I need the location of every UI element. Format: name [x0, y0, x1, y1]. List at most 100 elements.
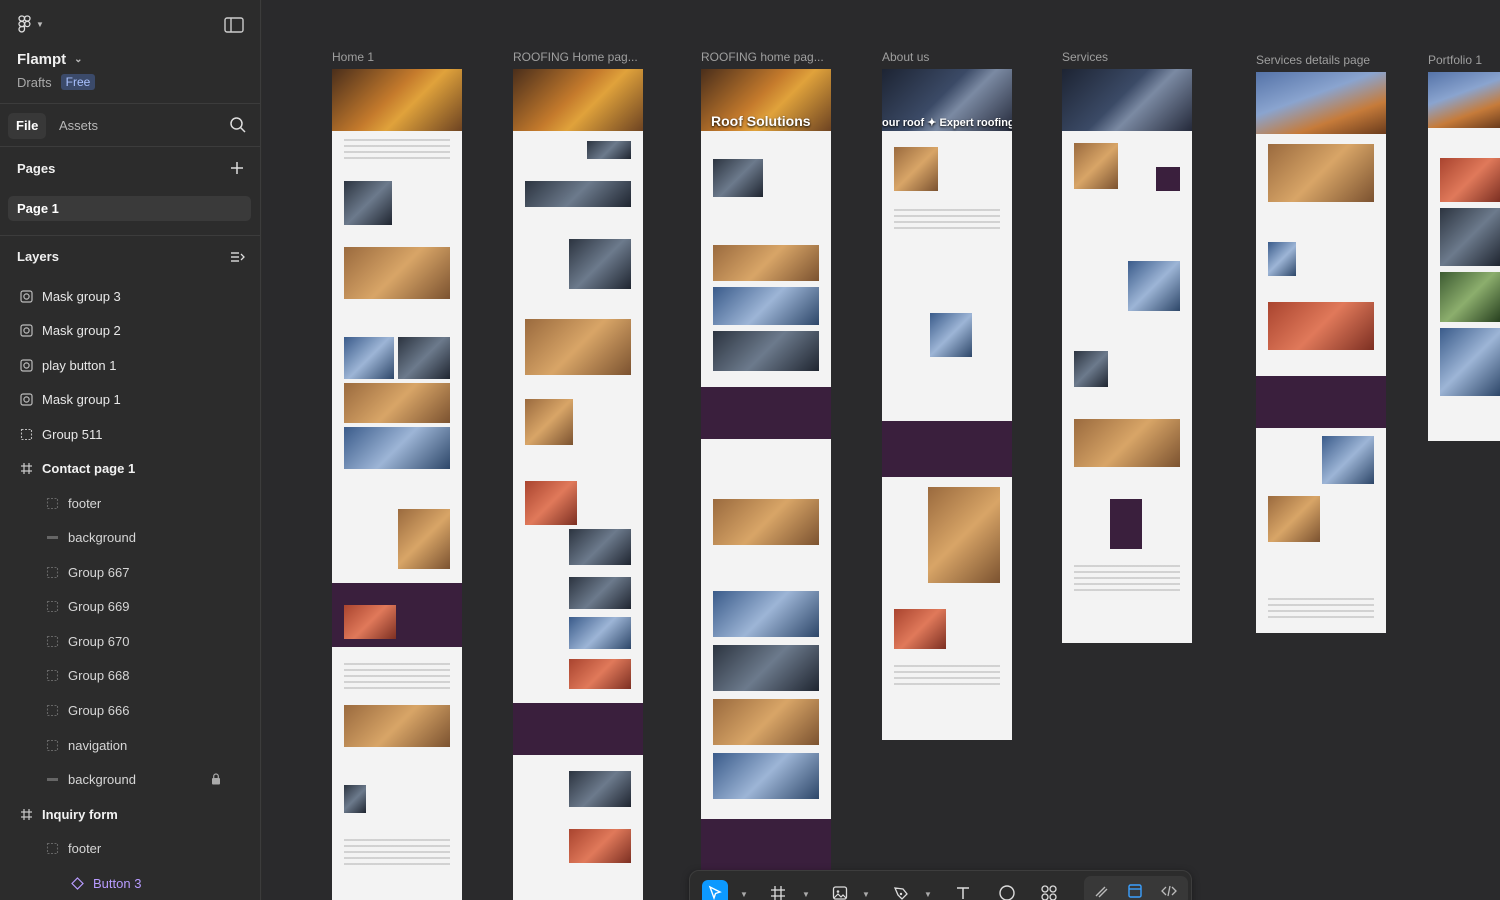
layer-label: background [68, 771, 136, 787]
tab-file[interactable]: File [8, 113, 47, 139]
purple-section [1256, 376, 1386, 428]
layer-group-667[interactable]: Group 667 [0, 555, 261, 589]
chevron-down-icon[interactable]: ▼ [924, 890, 932, 899]
sidebar-toggle-icon[interactable] [224, 16, 244, 34]
search-icon[interactable] [229, 116, 247, 134]
chevron-down-icon[interactable]: ▼ [862, 890, 870, 899]
frame-label-home-1[interactable]: Home 1 [332, 50, 374, 64]
main-menu-button[interactable]: ▼ [18, 15, 44, 33]
move-tool[interactable] [702, 880, 728, 900]
add-page-icon[interactable] [229, 160, 245, 176]
layer-background[interactable]: background [0, 520, 261, 554]
layer-label: Group 670 [68, 633, 130, 649]
text-tool[interactable] [950, 880, 976, 900]
image-block [713, 159, 763, 197]
rectangle-icon [45, 772, 59, 786]
layer-group-666[interactable]: Group 666 [0, 693, 261, 727]
pen-tool[interactable] [888, 880, 914, 900]
sidebar-header: ▼ Flampt ⌄ Drafts Free [0, 0, 260, 104]
image-block [569, 659, 631, 689]
image-block [569, 529, 631, 565]
frame-label-roofing-home-2[interactable]: ROOFING Home pag... [513, 50, 638, 64]
project-name[interactable]: Flampt ⌄ [17, 51, 83, 68]
image-block [344, 181, 392, 225]
hero-headline: Roof Solutions [711, 113, 811, 129]
frame-services[interactable] [1062, 69, 1192, 643]
frame-roofing-home-2[interactable] [513, 69, 643, 900]
collapse-layers-icon[interactable] [229, 249, 245, 265]
frame-label-roofing-home-3[interactable]: ROOFING home pag... [701, 50, 824, 64]
image-block [930, 313, 972, 357]
drafts-label[interactable]: Drafts [17, 75, 52, 90]
layer-label: footer [68, 840, 102, 856]
image-block [1440, 328, 1500, 396]
dev-mode-button[interactable] [1156, 878, 1182, 900]
frame-about-us[interactable]: our roof ✦ Expert roofing [882, 69, 1012, 740]
mask-icon [19, 392, 33, 406]
layer-label: play button 1 [42, 357, 117, 373]
design-mode-button[interactable] [1122, 878, 1148, 900]
purple-section [882, 421, 1012, 477]
image-tool[interactable] [827, 880, 853, 900]
layer-footer-2[interactable]: footer [0, 831, 261, 865]
group-icon [45, 565, 59, 579]
layer-background-locked[interactable]: background [0, 762, 261, 796]
layer-footer[interactable]: footer [0, 486, 261, 520]
frame-icon [19, 461, 33, 475]
layer-mask-group-2[interactable]: Mask group 2 [0, 313, 261, 347]
layer-contact-page-1[interactable]: Contact page 1 [0, 451, 261, 485]
group-icon [45, 703, 59, 717]
image-block [344, 785, 366, 813]
frame-icon [19, 807, 33, 821]
frame-tool[interactable] [765, 880, 791, 900]
frame-label-portfolio-1[interactable]: Portfolio 1 [1428, 53, 1482, 67]
frame-home-1[interactable] [332, 69, 462, 900]
hero-image [513, 69, 643, 131]
layer-mask-group-1[interactable]: Mask group 1 [0, 382, 261, 416]
frame-label-services[interactable]: Services [1062, 50, 1108, 64]
frame-label-about-us[interactable]: About us [882, 50, 929, 64]
layer-label: Group 511 [42, 426, 103, 442]
frame-label-services-details[interactable]: Services details page [1256, 53, 1370, 67]
chevron-down-icon[interactable]: ▼ [740, 890, 748, 899]
tab-assets[interactable]: Assets [51, 113, 106, 139]
image-block [344, 247, 450, 299]
page-item-page-1[interactable]: Page 1 [8, 196, 251, 221]
chevron-down-icon[interactable]: ▼ [802, 890, 810, 899]
layer-mask-group-3[interactable]: Mask group 3 [0, 279, 261, 313]
draw-mode-button[interactable] [1088, 878, 1114, 900]
image-block [1268, 242, 1296, 276]
image-block [344, 383, 450, 423]
image-block [525, 319, 631, 375]
image-block [1268, 144, 1374, 202]
layer-inquiry-form[interactable]: Inquiry form [0, 797, 261, 831]
plan-badge: Free [60, 74, 96, 90]
layer-group-668[interactable]: Group 668 [0, 658, 261, 692]
components-tool[interactable] [1036, 880, 1062, 900]
image-icon [832, 886, 848, 900]
layer-navigation[interactable]: navigation [0, 728, 261, 762]
image-block [928, 487, 1000, 583]
pen-icon [893, 887, 908, 900]
text-block [344, 839, 450, 869]
layer-group-669[interactable]: Group 669 [0, 589, 261, 623]
layer-label: Inquiry form [42, 806, 118, 822]
mode-switcher [1084, 876, 1188, 900]
shape-tool[interactable] [994, 880, 1020, 900]
design-canvas[interactable]: Home 1 ROOFING Home pag... ROOFING home … [262, 0, 1500, 900]
chevron-down-icon: ▼ [36, 19, 44, 29]
layer-play-button-1[interactable]: play button 1 [0, 348, 261, 382]
layer-group-511[interactable]: Group 511 [0, 417, 261, 451]
frame-roofing-home-3[interactable]: Roof Solutions [701, 69, 831, 900]
image-block [713, 699, 819, 745]
figma-logo-icon [18, 15, 31, 33]
layer-label: navigation [68, 737, 128, 753]
bottom-toolbar: ▼ ▼ ▼ ▼ [689, 870, 1192, 900]
text-block [1268, 598, 1374, 622]
layer-group-670[interactable]: Group 670 [0, 624, 261, 658]
mask-icon [19, 358, 33, 372]
frame-portfolio-1[interactable] [1428, 72, 1500, 441]
layer-button-3[interactable]: Button 3 [0, 866, 261, 900]
frame-services-details[interactable] [1256, 72, 1386, 633]
lock-icon[interactable] [211, 773, 221, 785]
